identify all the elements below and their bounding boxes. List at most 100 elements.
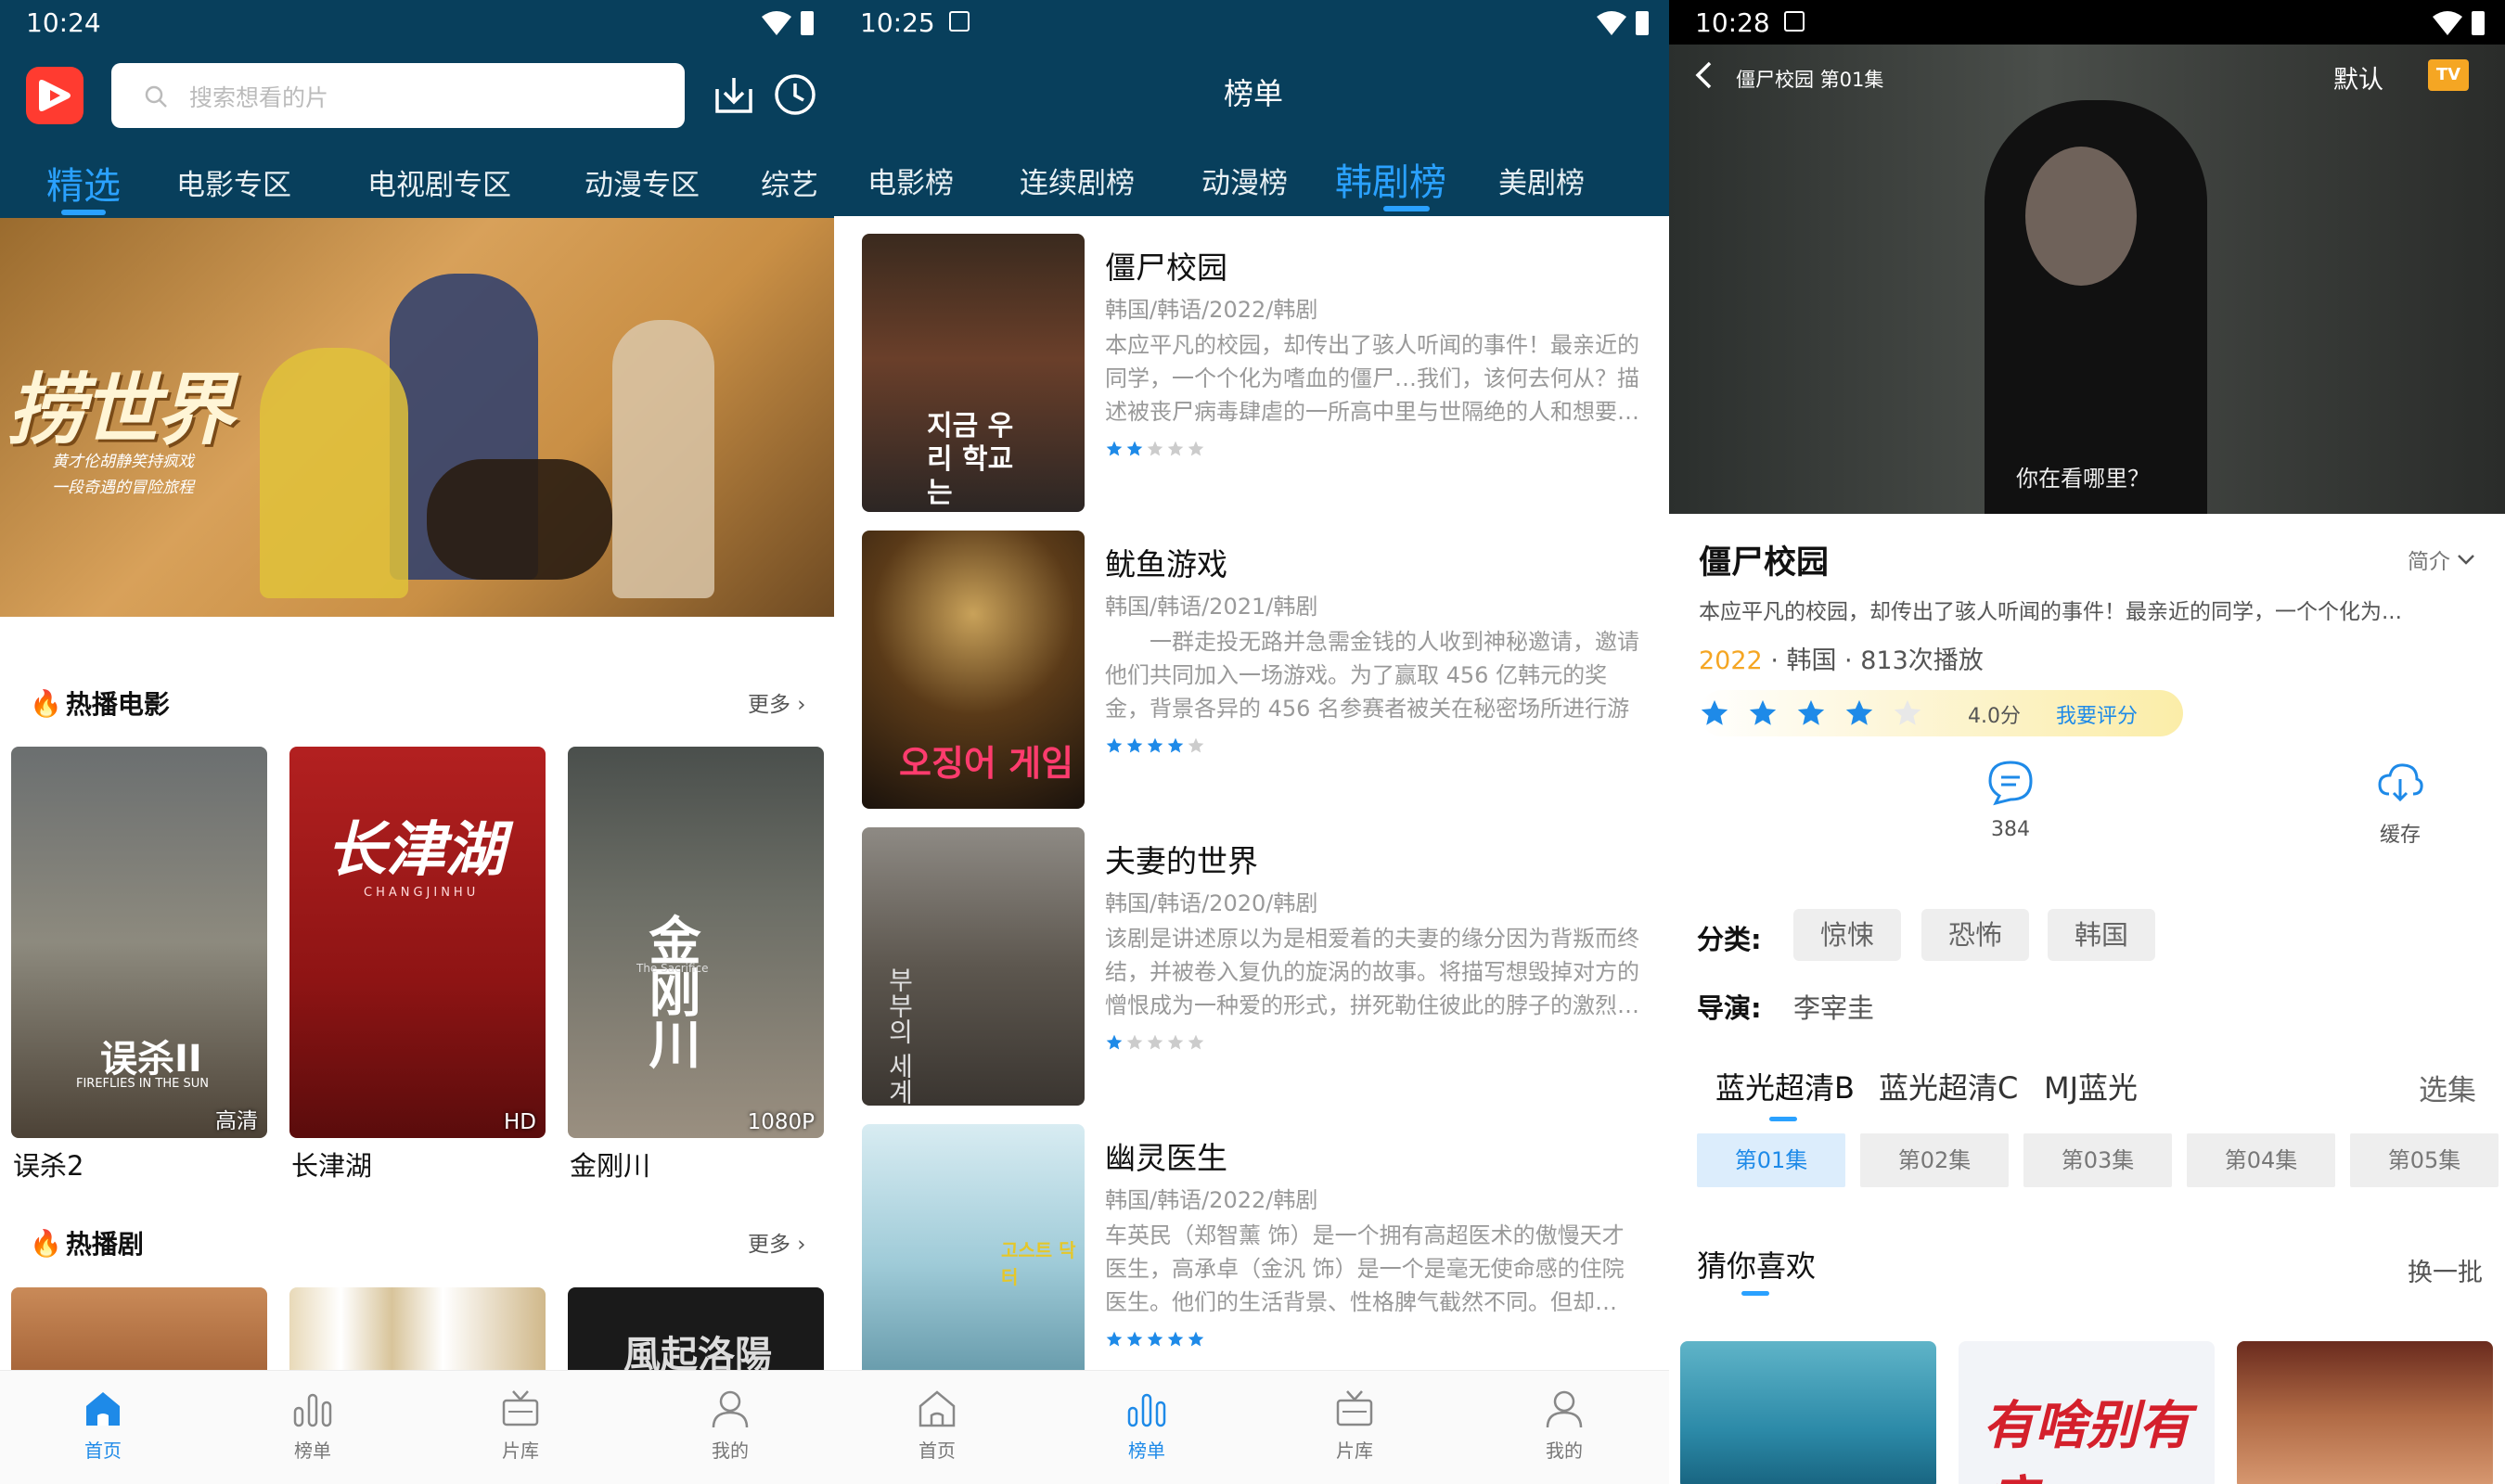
director-label: 导演: <box>1697 992 1762 1024</box>
hot-series-title: 🔥 热播剧 <box>30 1227 144 1260</box>
video-player[interactable]: 僵尸校园 第01集 默认 TV 你在看哪里？ <box>1669 45 2505 514</box>
tab-movies[interactable]: 电影专区 <box>176 161 291 203</box>
hot-series-more-link[interactable]: 更多 › <box>748 1226 806 1258</box>
movie-poster-1[interactable]: 误杀II FIREFLIES IN THE SUN 高清 <box>11 747 267 1138</box>
tab-anime-rank[interactable]: 动漫榜 <box>1201 160 1288 201</box>
guess-poster-3[interactable] <box>2237 1341 2493 1484</box>
nav-mine[interactable]: 我的 <box>1513 1388 1615 1463</box>
star-icon <box>1126 441 1143 456</box>
banner-title: 捞世界 <box>7 365 234 455</box>
star-icon <box>1147 1331 1163 1347</box>
search-icon <box>145 85 167 108</box>
home-icon <box>86 1392 120 1426</box>
intro-toggle[interactable]: 简介 <box>2408 544 2476 575</box>
episode-button[interactable]: 第02集 <box>1860 1133 2009 1187</box>
nav-home[interactable]: 首页 <box>886 1388 988 1463</box>
battery-icon <box>801 11 814 35</box>
list-item[interactable]: 부부의 세계 夫妻的世界 韩国/韩语/2020/韩剧 该剧是讲述原以为是相爱着的… <box>862 827 1641 1106</box>
source-tab-2[interactable]: 蓝光超清C <box>1879 1065 2018 1107</box>
star-icon <box>1188 1034 1204 1050</box>
guess-poster-1[interactable] <box>1680 1341 1936 1484</box>
home-screen: 10:24 搜索想看的片 精选 电影专区 电视剧专区 动漫专区 综艺 捞世界 黄… <box>0 0 834 1484</box>
hot-movies-more-link[interactable]: 更多 › <box>748 686 806 718</box>
list-item[interactable]: 오징어 게임 鱿鱼游戏 韩国/韩语/2021/韩剧 一群走投无路并急需金钱的人收… <box>862 531 1641 809</box>
episode-button[interactable]: 第01集 <box>1697 1133 1845 1187</box>
chart-icon <box>293 1393 332 1427</box>
movie-poster-3[interactable]: 金刚川 The Sacrifice 1080P <box>568 747 824 1138</box>
nav-home[interactable]: 首页 <box>52 1388 154 1463</box>
tab-usdrama-rank[interactable]: 美剧榜 <box>1498 160 1585 201</box>
star-icon[interactable] <box>1795 697 1827 729</box>
star-rating <box>1105 1330 1205 1349</box>
chart-icon <box>1127 1393 1166 1427</box>
detail-summary: 本应平凡的校园，却传出了骇人听闻的事件！最亲近的同学，一个个化为... <box>1699 600 2402 624</box>
item-description: 一群走投无路并急需金钱的人收到神秘邀请，邀请他们共同加入一场游戏。为了赢取 45… <box>1105 629 1639 722</box>
history-icon[interactable] <box>773 72 817 117</box>
battery-icon <box>2472 11 2485 35</box>
episode-button[interactable]: 第03集 <box>2023 1133 2172 1187</box>
nav-mine[interactable]: 我的 <box>679 1388 781 1463</box>
tab-anime[interactable]: 动漫专区 <box>584 161 700 203</box>
comment-button[interactable]: 384 <box>1955 759 2066 841</box>
rating-value: 4.0分 <box>1968 705 2021 728</box>
source-tab-3[interactable]: MJ蓝光 <box>2044 1065 2138 1107</box>
nav-ranking[interactable]: 榜单 <box>262 1388 364 1463</box>
video-title: 僵尸校园 第01集 <box>1736 69 1884 91</box>
tab-variety[interactable]: 综艺 <box>761 161 818 203</box>
episode-button[interactable]: 第04集 <box>2187 1133 2335 1187</box>
star-icon <box>1167 737 1184 753</box>
list-item[interactable]: 지금 우리 학교는 僵尸校园 韩国/韩语/2022/韩剧 本应平凡的校园，却传出… <box>862 234 1641 512</box>
star-icon[interactable] <box>1699 697 1730 729</box>
quality-selector[interactable]: 默认 <box>2333 59 2383 96</box>
comment-count: 384 <box>1991 818 2030 841</box>
star-icon <box>1188 737 1204 753</box>
chevron-down-icon <box>2458 555 2474 565</box>
tab-series-rank[interactable]: 连续剧榜 <box>1020 160 1135 201</box>
movie-title-1[interactable]: 误杀2 <box>13 1145 84 1183</box>
back-icon[interactable] <box>1689 59 1721 91</box>
search-placeholder: 搜索想看的片 <box>189 84 329 111</box>
category-chip[interactable]: 韩国 <box>2048 909 2155 961</box>
user-icon <box>712 1390 749 1428</box>
star-icon <box>1106 441 1123 456</box>
tv-icon <box>1336 1390 1373 1426</box>
nav-library[interactable]: 片库 <box>469 1388 572 1463</box>
tab-kdrama-rank[interactable]: 韩剧榜 <box>1335 152 1446 206</box>
movie-poster-2[interactable]: 长津湖 CHANGJINHU HD <box>289 747 546 1138</box>
episode-select-link[interactable]: 选集 <box>2419 1067 2476 1108</box>
banner-subtitle-1: 黄才伦胡静笑持疯戏 <box>52 453 194 471</box>
star-icon <box>1188 441 1204 456</box>
rate-button[interactable]: 我要评分 <box>2056 699 2138 729</box>
wifi-icon <box>2433 11 2462 35</box>
tab-tv[interactable]: 电视剧专区 <box>367 161 511 203</box>
category-chip[interactable]: 恐怖 <box>1921 909 2029 961</box>
movie-title-2[interactable]: 长津湖 <box>291 1145 372 1183</box>
page-title: 榜单 <box>1224 76 1284 111</box>
star-icon[interactable] <box>1843 697 1875 729</box>
guess-poster-2[interactable]: 有啥别有病 <box>1959 1341 2215 1484</box>
bottom-nav: 首页 榜单 片库 我的 <box>0 1370 834 1484</box>
ranking-screen: 10:25 榜单 电影榜 连续剧榜 动漫榜 韩剧榜 美剧榜 지금 우리 학교는 … <box>834 0 1669 1484</box>
download-icon[interactable] <box>712 72 756 117</box>
tab-movie-rank[interactable]: 电影榜 <box>867 160 954 201</box>
refresh-button[interactable]: 换一批 <box>2408 1252 2483 1288</box>
detail-star-rating <box>1699 697 1923 729</box>
movie-title-3[interactable]: 金刚川 <box>570 1145 650 1183</box>
hot-movies-title: 🔥 热播电影 <box>30 687 170 721</box>
home-icon <box>918 1390 956 1427</box>
detail-screen: 10:28 僵尸校园 第01集 默认 TV 你在看哪里？ 僵尸校园 简介 本应平… <box>1669 0 2505 1484</box>
featured-banner[interactable]: 捞世界 黄才伦胡静笑持疯戏 一段奇遇的冒险旅程 <box>0 218 834 617</box>
search-input[interactable]: 搜索想看的片 <box>111 63 685 128</box>
episode-button[interactable]: 第05集 <box>2350 1133 2499 1187</box>
source-tab-1[interactable]: 蓝光超清B <box>1715 1065 1855 1107</box>
item-title: 幽灵医生 <box>1105 1140 1227 1176</box>
category-chip[interactable]: 惊悚 <box>1793 909 1901 961</box>
tv-cast-button[interactable]: TV <box>2428 59 2469 91</box>
list-item[interactable]: 고스트 닥터 幽灵医生 韩国/韩语/2022/韩剧 车英民（郑智薰 饰）是一个拥… <box>862 1124 1641 1402</box>
tab-featured[interactable]: 精选 <box>46 156 121 210</box>
star-icon[interactable] <box>1892 697 1923 729</box>
nav-library[interactable]: 片库 <box>1304 1388 1406 1463</box>
cache-button[interactable]: 缓存 <box>2344 759 2456 848</box>
nav-ranking[interactable]: 榜单 <box>1096 1388 1198 1463</box>
star-icon[interactable] <box>1747 697 1779 729</box>
